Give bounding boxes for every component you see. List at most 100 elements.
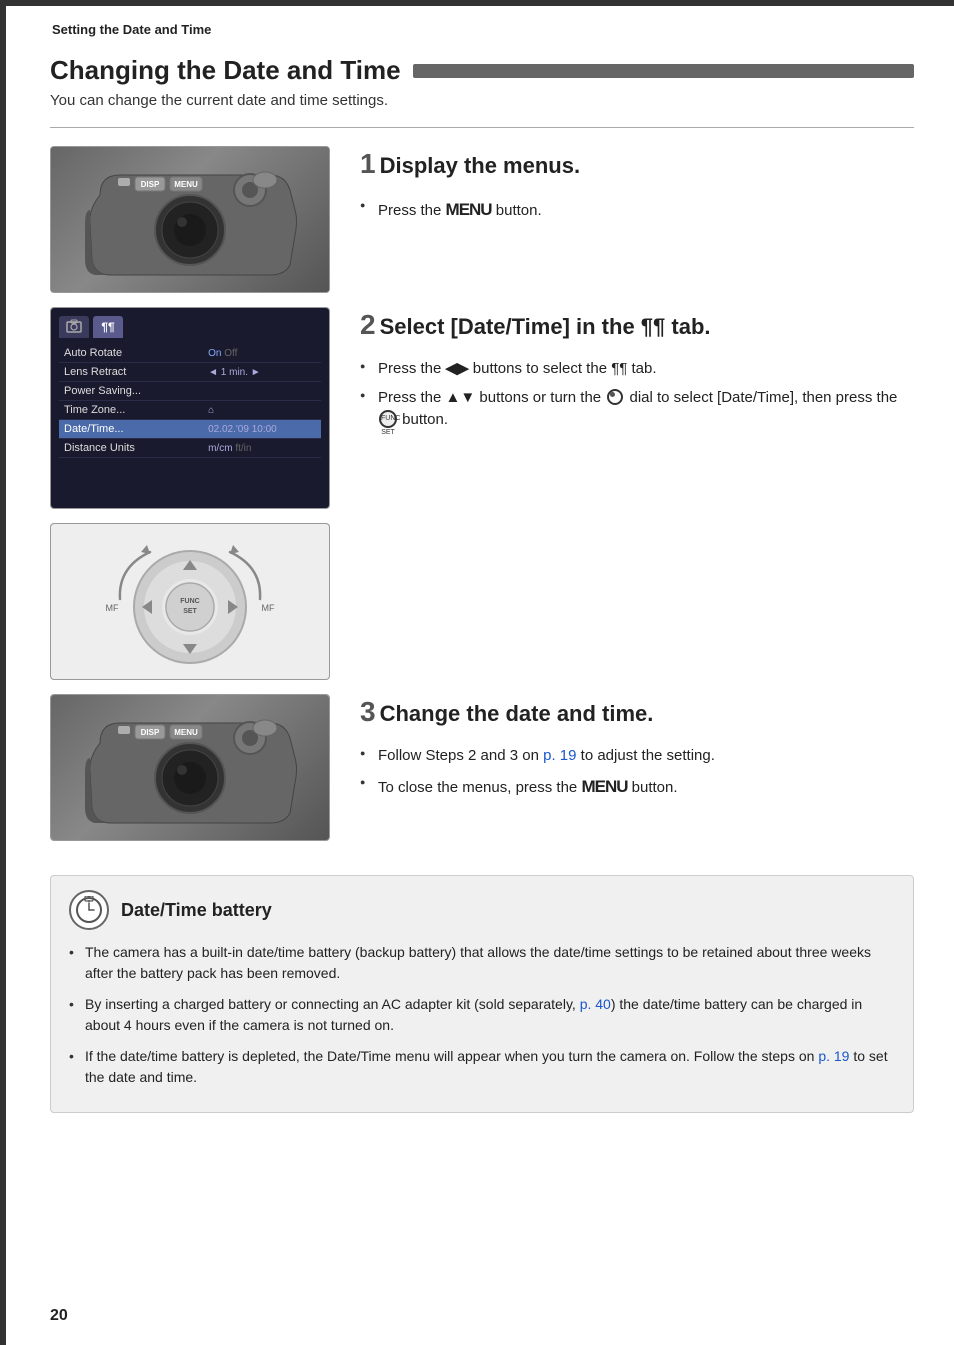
step-2-header: 2 Select [Date/Time] in the ¶¶ tab. bbox=[360, 311, 914, 350]
menu-tab-settings: ¶¶ bbox=[93, 316, 123, 338]
menu-row-label: Lens Retract bbox=[59, 363, 203, 382]
step-3-title: Change the date and time. bbox=[380, 701, 654, 727]
step-2-image-box: ¶¶ Auto Rotate On Off Lens Retract ◄ bbox=[50, 307, 330, 509]
svg-text:FUNC: FUNC bbox=[180, 598, 199, 605]
note-title: Date/Time battery bbox=[121, 900, 272, 921]
menu-row-power-saving: Power Saving... bbox=[59, 382, 321, 401]
menu-row-value: ⌂ bbox=[203, 401, 321, 420]
step-1-title: Display the menus. bbox=[380, 153, 581, 179]
step-2-b2-text: Press the ▲▼ buttons or turn the dial to… bbox=[378, 389, 897, 429]
link-p19-note[interactable]: p. 19 bbox=[818, 1048, 849, 1064]
title-text: Changing the Date and Time bbox=[50, 55, 401, 86]
step-3-bullet-1: Follow Steps 2 and 3 on p. 19 to adjust … bbox=[360, 745, 914, 768]
step-2-title: Select [Date/Time] in the ¶¶ tab. bbox=[380, 314, 711, 340]
menu-items-table: Auto Rotate On Off Lens Retract ◄ 1 min.… bbox=[59, 344, 321, 458]
menu-row-value: ◄ 1 min. ► bbox=[203, 363, 321, 382]
menu-row-label: Auto Rotate bbox=[59, 344, 203, 363]
top-border bbox=[0, 0, 954, 6]
menu-tab-photo bbox=[59, 316, 89, 338]
step-1-header: 1 Display the menus. bbox=[360, 150, 914, 189]
svg-text:DISP: DISP bbox=[141, 180, 160, 189]
camera-svg-1: DISP MENU bbox=[80, 155, 300, 285]
link-p40[interactable]: p. 40 bbox=[580, 996, 611, 1012]
note-bullets: The camera has a built-in date/time batt… bbox=[69, 942, 895, 1088]
step-3-bullets: Follow Steps 2 and 3 on p. 19 to adjust … bbox=[360, 745, 914, 799]
left-accent bbox=[0, 0, 6, 1345]
control-ring-display: FUNC SET MF MF bbox=[51, 524, 329, 679]
menu-icon-text-1: MENU bbox=[446, 200, 492, 219]
step-1-image: DISP MENU bbox=[50, 146, 330, 293]
note-icon bbox=[69, 890, 109, 930]
link-p19-step3[interactable]: p. 19 bbox=[543, 747, 576, 764]
step-1-bullet-1-rest: button. bbox=[492, 202, 542, 219]
svg-text:MENU: MENU bbox=[174, 180, 198, 189]
page-title: Changing the Date and Time bbox=[50, 55, 914, 86]
step-2-bullet-2: Press the ▲▼ buttons or turn the dial to… bbox=[360, 387, 914, 432]
control-ring-image-box: FUNC SET MF MF bbox=[50, 523, 330, 680]
camera-image-1: DISP MENU bbox=[51, 147, 329, 292]
menu-row-label: Time Zone... bbox=[59, 401, 203, 420]
menu-row-value bbox=[203, 382, 321, 401]
battery-clock-icon bbox=[75, 896, 103, 924]
menu-row-value: On Off bbox=[203, 344, 321, 363]
step-1-number: 1 bbox=[360, 150, 376, 178]
menu-icon-text-2: MENU bbox=[581, 777, 627, 796]
step-1-image-box: DISP MENU bbox=[50, 146, 330, 293]
steps-container: DISP MENU bbox=[50, 146, 914, 855]
menu-row-lens-retract: Lens Retract ◄ 1 min. ► bbox=[59, 363, 321, 382]
menu-row-label: Date/Time... bbox=[59, 420, 203, 439]
step-3-bullet-2: To close the menus, press the MENU butto… bbox=[360, 774, 914, 800]
note-bullet-1: The camera has a built-in date/time batt… bbox=[69, 942, 895, 984]
step-3-content: 3 Change the date and time. Follow Steps… bbox=[360, 694, 914, 805]
step-3-b1-text: Follow Steps 2 and 3 on p. 19 to adjust … bbox=[378, 747, 715, 764]
step-control-ring-row: FUNC SET MF MF bbox=[50, 523, 914, 680]
step-2-bullets: Press the ◀▶ buttons to select the ¶¶ ta… bbox=[360, 358, 914, 432]
step-3-image: DISP MENU bbox=[50, 694, 330, 841]
step-3-header: 3 Change the date and time. bbox=[360, 698, 914, 737]
step-1-bullet-1-text: Press the bbox=[378, 202, 446, 219]
camera-tab-icon bbox=[66, 319, 82, 335]
step-2-row: ¶¶ Auto Rotate On Off Lens Retract ◄ bbox=[50, 307, 914, 509]
menu-tabs: ¶¶ bbox=[59, 316, 321, 338]
menu-row-distance: Distance Units m/cm ft/in bbox=[59, 439, 321, 458]
step-1-bullet-1: Press the MENU button. bbox=[360, 197, 914, 223]
step-2-number: 2 bbox=[360, 311, 376, 339]
func-set-icon: FUNC SET bbox=[379, 410, 397, 428]
step-2-content: 2 Select [Date/Time] in the ¶¶ tab. Pres… bbox=[360, 307, 914, 438]
step-3-b2-text: To close the menus, press the MENU butto… bbox=[378, 779, 678, 796]
note-bullet-2: By inserting a charged battery or connec… bbox=[69, 994, 895, 1036]
section-divider bbox=[50, 127, 914, 128]
step-3-row: DISP MENU bbox=[50, 694, 914, 841]
menu-row-value: 02.02.'09 10:00 bbox=[203, 420, 321, 439]
step-3-image-box: DISP MENU bbox=[50, 694, 330, 841]
svg-text:SET: SET bbox=[183, 608, 197, 615]
camera-svg-2: DISP MENU bbox=[80, 703, 300, 833]
page-number: 20 bbox=[50, 1307, 68, 1325]
note-b3-text: If the date/time battery is depleted, th… bbox=[85, 1048, 888, 1085]
step-1-content: 1 Display the menus. Press the MENU butt… bbox=[360, 146, 914, 229]
title-bar bbox=[413, 64, 914, 78]
step-2-image: ¶¶ Auto Rotate On Off Lens Retract ◄ bbox=[50, 307, 330, 509]
menu-row-value: m/cm ft/in bbox=[203, 439, 321, 458]
menu-row-auto-rotate: Auto Rotate On Off bbox=[59, 344, 321, 363]
step-1-bullets: Press the MENU button. bbox=[360, 197, 914, 223]
note-header: Date/Time battery bbox=[69, 890, 895, 930]
settings-tab-icon: ¶¶ bbox=[101, 320, 114, 334]
svg-text:MF: MF bbox=[262, 603, 275, 613]
page-subtitle: You can change the current date and time… bbox=[50, 92, 914, 109]
svg-text:MENU: MENU bbox=[174, 728, 198, 737]
control-ring-image: FUNC SET MF MF bbox=[50, 523, 330, 680]
note-b2-text: By inserting a charged battery or connec… bbox=[85, 996, 862, 1033]
note-bullet-3: If the date/time battery is depleted, th… bbox=[69, 1046, 895, 1088]
note-b1-text: The camera has a built-in date/time batt… bbox=[85, 944, 871, 981]
step-ring-empty bbox=[360, 523, 914, 527]
note-box: Date/Time battery The camera has a built… bbox=[50, 875, 914, 1113]
step-2-bullet-1: Press the ◀▶ buttons to select the ¶¶ ta… bbox=[360, 358, 914, 381]
menu-row-label: Distance Units bbox=[59, 439, 203, 458]
dial-icon bbox=[607, 389, 623, 405]
menu-screen: ¶¶ Auto Rotate On Off Lens Retract ◄ bbox=[51, 308, 329, 508]
svg-text:DISP: DISP bbox=[141, 728, 160, 737]
menu-row-label: Power Saving... bbox=[59, 382, 203, 401]
control-ring-svg: FUNC SET MF MF bbox=[90, 527, 290, 672]
menu-row-time-zone: Time Zone... ⌂ bbox=[59, 401, 321, 420]
